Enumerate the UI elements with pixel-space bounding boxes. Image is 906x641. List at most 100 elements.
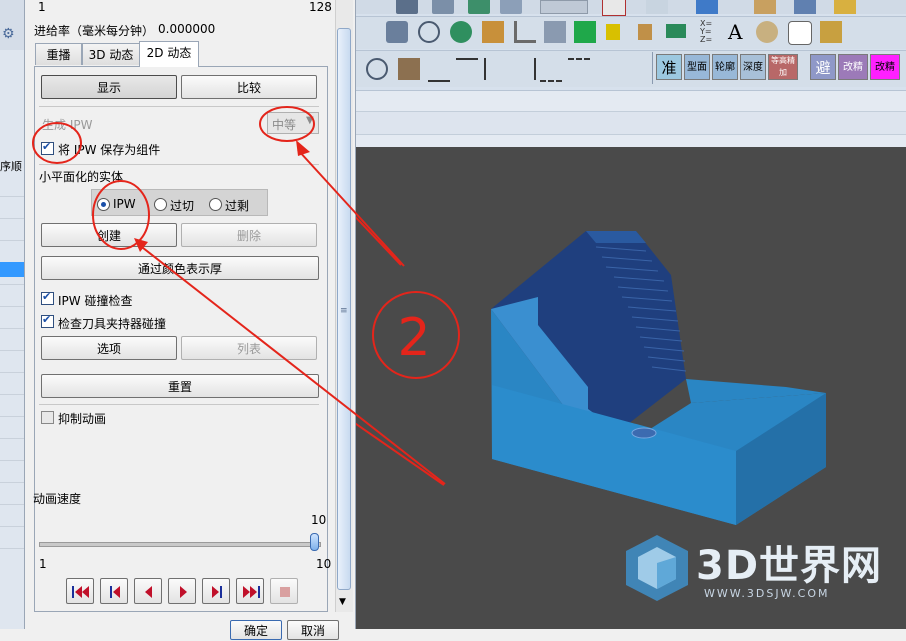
generate-ipw-label: 生成 IPW — [42, 118, 93, 132]
options-button[interactable]: 选项 — [41, 336, 177, 360]
step-forward-icon — [212, 586, 222, 598]
suppress-animation-checkbox[interactable] — [41, 411, 54, 424]
plate-icon[interactable] — [500, 0, 522, 14]
tool-surface[interactable]: 型面 — [684, 54, 710, 80]
tool-modify-finish[interactable]: 改精 — [838, 54, 868, 80]
tool-depth[interactable]: 深度 — [740, 54, 766, 80]
facet-solid-label: 小平面化的实体 — [39, 170, 124, 184]
curve-2-icon[interactable] — [456, 58, 478, 82]
cylinder-green-icon[interactable] — [450, 21, 472, 43]
lightning-icon[interactable] — [820, 21, 842, 43]
tool-avoid[interactable]: 避 — [810, 54, 836, 80]
tool-contour[interactable]: 轮廓 — [712, 54, 738, 80]
tab-2d-dynamic[interactable]: 2D 动态 — [139, 41, 199, 67]
toolbar-separator — [652, 52, 653, 84]
display-button[interactable]: 显示 — [41, 75, 177, 99]
stop-button[interactable] — [270, 578, 298, 604]
probe-icon[interactable] — [366, 58, 388, 80]
fast-forward-to-end-button[interactable] — [236, 578, 264, 604]
bar-brown-icon[interactable] — [638, 24, 652, 40]
watermark-brand: 3D世界网 — [696, 543, 883, 589]
tab-replay[interactable]: 重播 — [35, 43, 82, 65]
curve-3-icon[interactable] — [484, 58, 508, 80]
solid-icon[interactable] — [386, 21, 408, 43]
graphics-viewport[interactable]: 2 3D世界网 WWW.3DSJW.COM — [356, 147, 906, 629]
tab-3d-dynamic[interactable]: 3D 动态 — [82, 43, 140, 65]
overcut-radio[interactable] — [154, 198, 167, 211]
play-reverse-button[interactable] — [134, 578, 162, 604]
animation-speed-label: 动画速度 — [33, 492, 82, 506]
reset-button[interactable]: 重置 — [41, 374, 319, 398]
holder-collision-label: 检查刀具夹持器碰撞 — [58, 317, 167, 331]
curve-4-icon[interactable] — [512, 58, 536, 80]
watermark: 3D世界网 WWW.3DSJW.COM — [624, 531, 900, 617]
chevron-down-icon: ▼ — [306, 115, 314, 126]
main-window-left-strip: ⚙ 序顺 — [0, 0, 25, 629]
selected-row-highlight[interactable] — [0, 262, 24, 277]
tool-modify-finish-2[interactable]: 改精 — [870, 54, 900, 80]
color-thickness-button[interactable]: 通过颜色表示厚 — [41, 256, 319, 280]
dialog-scrollbar[interactable]: ≡ ▼ — [335, 0, 353, 612]
main-toolbar: X= Y= Z= A 准 型面 轮廓 深度 等高精加 避 改精 改精 — [356, 0, 906, 135]
play-reverse-icon — [145, 586, 152, 598]
nc-icon[interactable] — [602, 0, 626, 16]
program-icon[interactable] — [696, 0, 718, 14]
step-back-button[interactable] — [100, 578, 128, 604]
view-strip — [356, 111, 906, 135]
excess-radio[interactable] — [209, 198, 222, 211]
compare-button[interactable]: 比较 — [181, 75, 317, 99]
method-icon[interactable] — [834, 0, 856, 14]
bar-yellow-icon[interactable] — [606, 24, 620, 40]
curve-6-icon[interactable] — [568, 58, 590, 82]
step-forward-button[interactable] — [202, 578, 230, 604]
cube-icon[interactable] — [396, 0, 418, 14]
path-icon[interactable] — [574, 21, 596, 43]
watermark-cube-icon — [626, 535, 688, 601]
speed-slider-track[interactable] — [39, 542, 321, 547]
dropdown-field[interactable] — [540, 0, 588, 14]
create-button[interactable]: 创建 — [41, 223, 177, 247]
speed-min-label: 1 — [39, 557, 47, 571]
delete-button[interactable]: 删除 — [181, 223, 317, 247]
output-icon[interactable] — [646, 0, 668, 14]
collision-check-checkbox[interactable] — [41, 290, 54, 305]
text-a-icon[interactable]: A — [728, 20, 742, 44]
watermark-url: WWW.3DSJW.COM — [704, 587, 830, 600]
tool-zlevel-finish[interactable]: 等高精加 — [768, 54, 798, 80]
speed-slider-thumb[interactable] — [310, 533, 319, 551]
cylinder-icon[interactable] — [468, 0, 490, 14]
speed-current-value: 10 — [311, 513, 327, 527]
pattern-icon[interactable] — [788, 21, 812, 45]
xyz-icon[interactable]: X= Y= Z= — [700, 20, 712, 44]
visualize-dialog: 1 128 进给率（毫米每分钟） 0.000000 重播 3D 动态 2D 动态… — [24, 0, 356, 640]
left-tool-icon[interactable]: ⚙ — [2, 26, 20, 42]
holder-collision-checkbox[interactable] — [41, 313, 54, 328]
step-start-value: 1 — [38, 0, 46, 14]
save-ipw-label: 将 IPW 保存为组件 — [58, 143, 161, 157]
rewind-to-start-icon — [72, 586, 89, 598]
collision-check-label: IPW 碰撞检查 — [58, 294, 133, 308]
ipw-radio[interactable] — [97, 198, 110, 211]
save-ipw-checkbox[interactable] — [41, 140, 54, 155]
ipw-radio-label: IPW — [113, 197, 136, 211]
kc-icon[interactable] — [544, 21, 566, 43]
curve-1-icon[interactable] — [428, 58, 450, 82]
tool-icon[interactable] — [794, 0, 816, 14]
ok-button[interactable]: 确定 — [230, 620, 282, 640]
block-icon[interactable] — [432, 0, 454, 14]
tool-quasi[interactable]: 准 — [656, 54, 682, 80]
ipw-quality-select[interactable]: 中等 ▼ — [267, 112, 319, 134]
circle-target-icon[interactable] — [418, 21, 440, 43]
scroll-down-icon[interactable]: ▼ — [339, 597, 346, 607]
angle-icon[interactable] — [514, 21, 536, 43]
cancel-button[interactable]: 取消 — [287, 620, 339, 640]
drill-icon[interactable] — [398, 58, 420, 80]
play-forward-button[interactable] — [168, 578, 196, 604]
list-button[interactable]: 列表 — [181, 336, 317, 360]
curve-5-icon[interactable] — [540, 58, 562, 82]
box-orange-icon[interactable] — [482, 21, 504, 43]
geometry-icon[interactable] — [754, 0, 776, 14]
rewind-to-start-button[interactable] — [66, 578, 94, 604]
rect-green-icon[interactable] — [666, 24, 686, 38]
palette-icon[interactable] — [756, 21, 778, 43]
